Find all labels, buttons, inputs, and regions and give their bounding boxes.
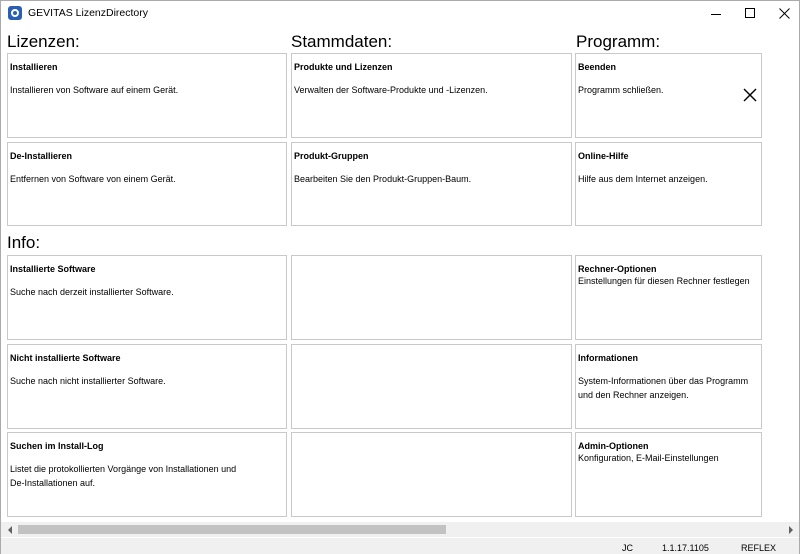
tile-de-installieren[interactable]: De-Installieren Entfernen von Software v…: [7, 142, 287, 226]
app-icon: [8, 6, 22, 20]
scrollbar-thumb[interactable]: [18, 525, 446, 534]
tile-title: Admin-Optionen: [578, 441, 649, 451]
tile-description-line: System-Informationen über das Programm: [578, 376, 749, 386]
tile-empty: [291, 255, 572, 340]
tile-title: Nicht installierte Software: [10, 353, 121, 363]
window-title: GEVITAS LizenzDirectory: [28, 7, 149, 19]
scroll-left-button[interactable]: [2, 522, 17, 537]
minimize-icon: [711, 13, 721, 15]
tile-rechner-optionen[interactable]: Rechner-Optionen Einstellungen für diese…: [575, 255, 762, 340]
tile-title: Produkte und Lizenzen: [294, 62, 393, 72]
tile-empty: [291, 344, 572, 429]
tile-description-line: Listet die protokollierten Vorgänge von …: [10, 464, 237, 474]
tile-description: Hilfe aus dem Internet anzeigen.: [578, 174, 708, 184]
tile-description: Verwalten der Software-Produkte und -Liz…: [294, 85, 488, 95]
section-heading-programm: Programm:: [576, 32, 661, 51]
tile-title: Beenden: [578, 62, 617, 72]
section-heading-info: Info:: [7, 233, 41, 252]
tile-title: Produkt-Gruppen: [294, 151, 369, 161]
tile-description: Listet die protokollierten Vorgänge von …: [10, 463, 236, 490]
arrow-right-icon: [788, 525, 793, 534]
tile-description: Einstellungen für diesen Rechner festleg…: [578, 276, 750, 286]
tile-empty: [291, 432, 572, 517]
tile-suchen-im-install-log[interactable]: Suchen im Install-Log Listet die protoko…: [7, 432, 287, 517]
tile-title: Rechner-Optionen: [578, 264, 657, 274]
status-user: JC: [622, 543, 633, 553]
status-server: REFLEX: [741, 543, 777, 553]
tile-online-hilfe[interactable]: Online-Hilfe Hilfe aus dem Internet anze…: [575, 142, 762, 226]
tile-description: Suche nach nicht installierter Software.: [10, 376, 166, 386]
horizontal-scrollbar[interactable]: [1, 522, 799, 537]
tile-produkte-und-lizenzen[interactable]: Produkte und Lizenzen Verwalten der Soft…: [291, 53, 572, 138]
tile-title: Installieren: [10, 62, 58, 72]
maximize-icon: [745, 8, 755, 18]
tile-title: De-Installieren: [10, 151, 73, 161]
minimize-button[interactable]: [699, 1, 733, 25]
tile-produkt-gruppen[interactable]: Produkt-Gruppen Bearbeiten Sie den Produ…: [291, 142, 572, 226]
tile-description: Bearbeiten Sie den Produkt-Gruppen-Baum.: [294, 174, 472, 184]
section-heading-stammdaten: Stammdaten:: [291, 32, 393, 51]
status-bar: JC 1.1.17.1105 REFLEX: [1, 538, 799, 554]
tile-title: Installierte Software: [10, 264, 96, 274]
tile-installierte-software[interactable]: Installierte Software Suche nach derzeit…: [7, 255, 287, 340]
tile-description-line: und den Rechner anzeigen.: [578, 389, 689, 400]
scroll-right-button[interactable]: [783, 522, 798, 537]
close-x-icon: [743, 88, 757, 102]
title-bar: GEVITAS LizenzDirectory: [1, 1, 799, 25]
tile-beenden[interactable]: Beenden Programm schließen.: [575, 53, 762, 138]
status-version: 1.1.17.1105: [662, 543, 709, 553]
tile-description: Suche nach derzeit installierter Softwar…: [10, 287, 174, 297]
tile-title: Online-Hilfe: [578, 151, 629, 161]
app-window: GEVITAS LizenzDirectory Lizenzen: Stammd…: [0, 0, 800, 554]
close-icon: [778, 7, 790, 19]
tile-description: Konfiguration, E-Mail-Einstellungen: [578, 453, 719, 463]
tile-title: Informationen: [578, 353, 638, 363]
close-button[interactable]: [767, 1, 800, 25]
tile-description-line: De-Installationen auf.: [10, 477, 96, 488]
tile-description: Programm schließen.: [578, 85, 664, 95]
arrow-left-icon: [7, 525, 12, 534]
maximize-button[interactable]: [733, 1, 767, 25]
tile-installieren[interactable]: Installieren Installieren von Software a…: [7, 53, 287, 138]
tile-admin-optionen[interactable]: Admin-Optionen Konfiguration, E-Mail-Ein…: [575, 432, 762, 517]
tile-informationen[interactable]: Informationen System-Informationen über …: [575, 344, 762, 429]
tile-title: Suchen im Install-Log: [10, 441, 104, 451]
tile-description: System-Informationen über das Programm u…: [578, 375, 748, 402]
tile-description: Entfernen von Software von einem Gerät.: [10, 174, 176, 184]
section-heading-lizenzen: Lizenzen:: [7, 32, 80, 51]
tile-description: Installieren von Software auf einem Gerä…: [10, 85, 179, 95]
tile-nicht-installierte-software[interactable]: Nicht installierte Software Suche nach n…: [7, 344, 287, 429]
